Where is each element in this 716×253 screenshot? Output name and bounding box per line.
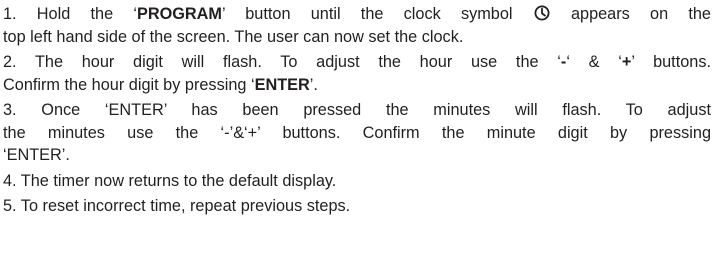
instructions-document: 1. Hold the ‘PROGRAM’ button until the c…	[0, 0, 711, 221]
clock-icon	[534, 5, 550, 21]
step-3-line-3: ‘ENTER’.	[3, 146, 70, 164]
step-2-line-1: 2. The hour digit will flash. To adjust …	[3, 51, 711, 74]
step-5-line-1: 5. To reset incorrect time, repeat previ…	[3, 197, 351, 215]
step-2-text-a: 2. The hour digit will flash. To adjust …	[3, 53, 561, 71]
step-4-line-1: 4. The timer now returns to the default …	[3, 171, 337, 190]
instruction-step-4: 4. The timer now returns to the default …	[3, 170, 711, 193]
step-1-text-b: ’ button until the clock symbol	[222, 5, 533, 23]
step-3-line-1: 3. Once ‘ENTER’ has been pressed the min…	[3, 101, 711, 119]
step-2-text-c: ’ buttons.	[631, 53, 711, 71]
plus-button-name: +	[621, 53, 632, 71]
step-2-line-2: Confirm the hour digit by pressing ‘ENTE…	[3, 74, 711, 97]
step-1-line-1: 1. Hold the ‘PROGRAM’ button until the c…	[3, 3, 711, 26]
instruction-step-5: 5. To reset incorrect time, repeat previ…	[3, 195, 711, 218]
step-3-line-2: the minutes use the ‘-’&‘+’ buttons. Con…	[3, 123, 711, 142]
step-2-text-d: Confirm the hour digit by pressing ‘	[3, 75, 255, 94]
step-2-text-e: ’.	[309, 75, 318, 94]
step-2-text-b: ‘ & ‘	[566, 53, 622, 71]
instruction-step-2: 2. The hour digit will flash. To adjust …	[3, 51, 711, 96]
step-1-line-2: top left hand side of the screen. The us…	[3, 27, 464, 46]
step-1-text-c: appears on the	[550, 5, 711, 23]
step-1-text-a: 1. Hold the ‘	[3, 5, 137, 23]
program-button-name: PROGRAM	[136, 5, 222, 23]
instruction-step-1: 1. Hold the ‘PROGRAM’ button until the c…	[3, 3, 711, 48]
instruction-step-3: 3. Once ‘ENTER’ has been pressed the min…	[3, 99, 711, 167]
enter-button-name: ENTER	[254, 75, 310, 94]
